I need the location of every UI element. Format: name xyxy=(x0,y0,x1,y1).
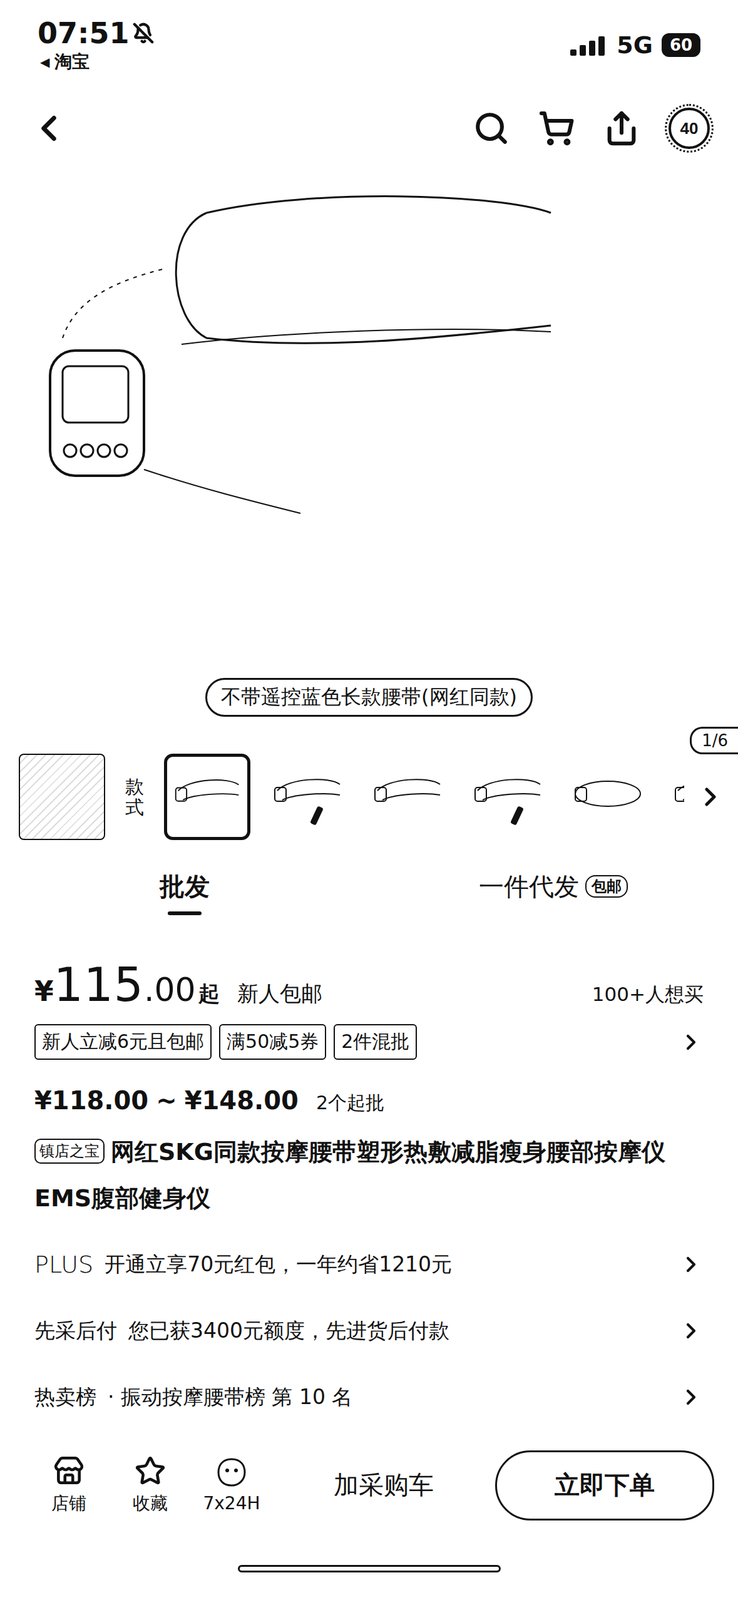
variant-thumb[interactable] xyxy=(164,753,251,841)
variant-list xyxy=(164,753,685,841)
time: 07:51 xyxy=(37,18,154,48)
mute-icon xyxy=(132,22,154,44)
variant-thumb[interactable] xyxy=(664,753,685,841)
price: ¥115.00起新人包邮 xyxy=(34,957,323,1012)
belt-thumb-icon xyxy=(369,762,446,832)
nav-bar: 40 xyxy=(0,81,738,176)
tab-underline xyxy=(167,911,202,916)
info-text: · 振动按摩腰带榜 第 10 名 xyxy=(107,1383,668,1412)
price-row: ¥115.00起新人包邮 100+人想买 xyxy=(34,932,704,1021)
info-row[interactable]: PLUS 开通立享70元红包，一年约省1210元 xyxy=(34,1231,704,1298)
coupon-tag: 新人立减6元且包邮 xyxy=(34,1024,212,1060)
price-note: 新人包邮 xyxy=(237,979,323,1009)
content: 07:51◀淘宝5G6040不带遥控蓝色长款腰带(网红同款)1/6款式批发一件代… xyxy=(0,0,738,1434)
variant-thumb[interactable] xyxy=(264,753,351,841)
bottom-bar: 店铺 收藏 7x24H 加采购车立即下单 xyxy=(0,1433,738,1537)
mini-badge: 40 xyxy=(668,107,710,149)
search-button[interactable] xyxy=(473,110,510,147)
min-order: 2个起批 xyxy=(316,1090,385,1117)
coupon-tag: 满50减5券 xyxy=(219,1024,327,1060)
info-text: 您已获3400元额度，先进货后付款 xyxy=(128,1317,668,1346)
belt-thumb-icon xyxy=(269,762,345,832)
variant-thumb[interactable] xyxy=(464,753,551,841)
tab-badge: 包邮 xyxy=(585,875,628,898)
chevron-right-icon xyxy=(678,1251,704,1277)
belt-image-icon xyxy=(0,175,738,677)
variant-caption: 不带遥控蓝色长款腰带(网红同款) xyxy=(205,677,533,717)
add-cart-button[interactable]: 加采购车 xyxy=(272,1455,496,1515)
back-glyph: ◀ xyxy=(40,54,50,70)
purchase-tabs: 批发 一件代发包邮 xyxy=(0,851,738,933)
info-label: PLUS xyxy=(34,1250,94,1279)
image-counter: 1/6 xyxy=(689,726,738,755)
bar-icon-button[interactable]: 收藏 xyxy=(109,1454,191,1517)
belt-thumb-icon xyxy=(170,762,244,832)
info-label: 先采后付 xyxy=(34,1317,118,1346)
bar-icon-button[interactable]: 店铺 xyxy=(28,1454,110,1517)
back-arrow-icon xyxy=(28,107,70,149)
coupon-tag: 2件混批 xyxy=(333,1024,417,1060)
product-gallery[interactable]: 不带遥控蓝色长款腰带(网红同款)1/6 xyxy=(0,175,738,742)
home-area xyxy=(0,1536,738,1600)
chevron-right-icon xyxy=(695,781,726,812)
cart-button[interactable] xyxy=(538,110,575,147)
battery: 60 xyxy=(661,33,701,57)
price-section: ¥115.00起新人包邮100+人想买新人立减6元且包邮满50减5券2件混批¥1… xyxy=(0,932,738,1431)
share-button[interactable] xyxy=(603,110,640,147)
info-row[interactable]: 先采后付您已获3400元额度，先进货后付款 xyxy=(34,1297,704,1364)
nav-actions: 40 xyxy=(473,107,710,149)
bar-icon-button[interactable]: 7x24H xyxy=(190,1455,273,1515)
tab-label: 一件代发包邮 xyxy=(478,869,628,904)
status-bar: 07:51◀淘宝 5G 60 xyxy=(0,0,738,82)
share-icon xyxy=(603,110,640,147)
product-title: 镇店之宝网红SKG同款按摩腰带塑形热敷减脂瘦身腰部按摩仪EMS腹部健身仪 xyxy=(34,1122,704,1232)
purchase-tab[interactable]: 一件代发包邮 xyxy=(369,851,738,933)
chevron-right-icon xyxy=(678,1384,704,1410)
network: 5G xyxy=(616,31,653,59)
variant-thumb[interactable] xyxy=(364,753,451,841)
product-page: 07:51◀淘宝5G6040不带遥控蓝色长款腰带(网红同款)1/6款式批发一件代… xyxy=(0,0,738,1600)
tab-label: 批发 xyxy=(159,869,210,904)
chevron-right-icon xyxy=(678,1029,704,1055)
title-tag: 镇店之宝 xyxy=(34,1138,105,1164)
belt-thumb-icon xyxy=(470,762,546,832)
home-indicator[interactable] xyxy=(237,1564,501,1573)
cover-thumb[interactable] xyxy=(18,753,106,841)
cart-icon xyxy=(538,110,575,147)
variant-row: 款式 xyxy=(0,741,738,852)
info-row[interactable]: 热卖榜 · 振动按摩腰带榜 第 10 名 xyxy=(34,1363,704,1431)
buy-now-button[interactable]: 立即下单 xyxy=(495,1450,715,1521)
belt-thumb-icon xyxy=(670,762,685,832)
purchase-tab[interactable]: 批发 xyxy=(0,851,370,933)
info-label: 热卖榜 xyxy=(34,1383,97,1412)
service-icon xyxy=(215,1456,248,1488)
status-left: 07:51◀淘宝 xyxy=(37,18,154,74)
price-range: ¥118.00~¥148.002个起批 xyxy=(34,1072,704,1123)
bar-icon-label: 收藏 xyxy=(132,1491,168,1516)
chevron-right-icon xyxy=(678,1318,704,1344)
variant-thumb[interactable] xyxy=(564,753,651,841)
coupon-row[interactable]: 新人立减6元且包邮满50减5券2件混批 xyxy=(34,1020,704,1073)
coupon-more[interactable] xyxy=(678,1029,704,1055)
back-to-app[interactable]: ◀淘宝 xyxy=(37,50,154,74)
status-right: 5G 60 xyxy=(570,18,701,59)
variant-more-button[interactable] xyxy=(695,781,726,812)
variant-label: 款式 xyxy=(125,776,144,818)
store-icon xyxy=(53,1455,85,1487)
bar-icon-label: 店铺 xyxy=(51,1491,87,1516)
search-icon xyxy=(473,110,510,147)
mini-badge-button[interactable]: 40 xyxy=(668,107,710,149)
back-button[interactable] xyxy=(28,107,70,149)
signal-icon xyxy=(570,34,608,56)
belt-thumb-icon xyxy=(570,762,646,832)
wants-count: 100+人想买 xyxy=(592,981,704,1008)
info-text: 开通立享70元红包，一年约省1210元 xyxy=(104,1250,668,1279)
bar-icon-label: 7x24H xyxy=(202,1492,260,1514)
star-icon xyxy=(134,1455,166,1487)
